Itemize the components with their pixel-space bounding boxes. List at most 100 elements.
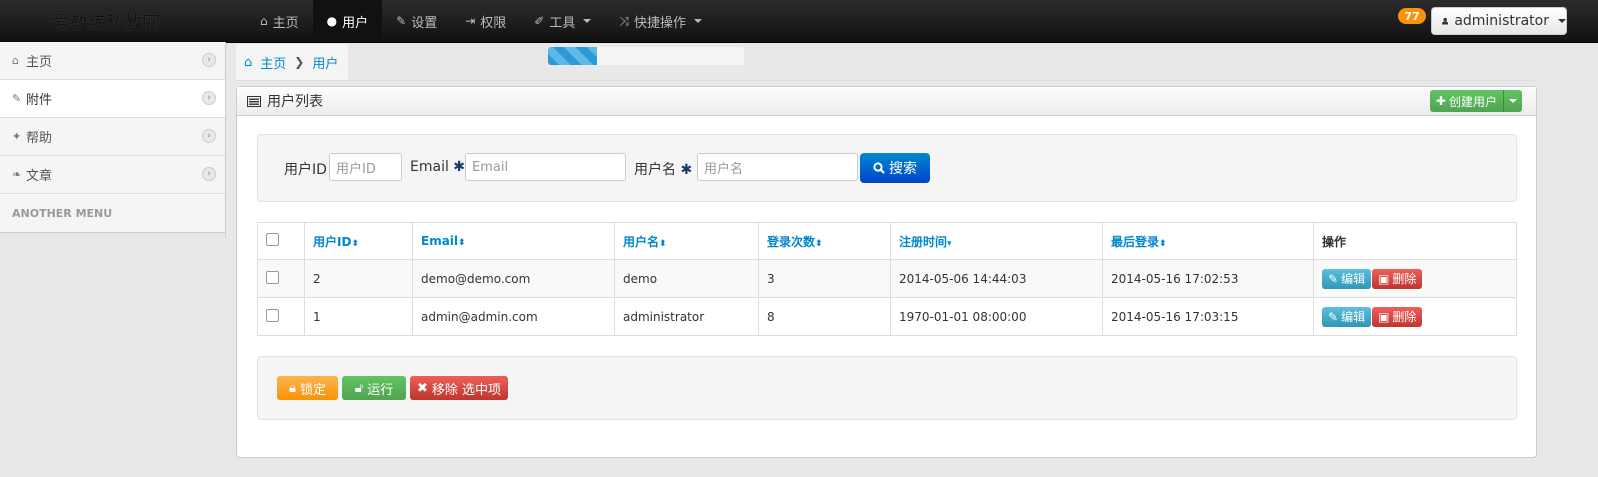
- search-form: 用户ID 用户ID Email ✱ Email 用户名 ✱ 用户名 搜索: [257, 134, 1517, 202]
- nav-item-permissions[interactable]: ⇥ 权限: [451, 0, 520, 42]
- cell-login-count: 8: [758, 297, 891, 336]
- user-menu-button[interactable]: administrator: [1431, 7, 1567, 35]
- plus-icon: ✚: [1435, 94, 1446, 108]
- sidebar-item-label: 文章: [26, 169, 53, 184]
- select-all-checkbox[interactable]: [266, 233, 279, 246]
- cell-actions: ✎ 编辑 ▣ 删除: [1313, 297, 1517, 336]
- sort-icon: ⬍: [659, 238, 667, 249]
- breadcrumb-trail: ⌂ 主页 ❯ 用户: [236, 44, 348, 80]
- top-navbar: 爱教练私教网 ⌂ 主页 ● 用户 ✎ 设置 ⇥ 权限 ✐ 工具 ⤨ 快捷操作 7…: [0, 0, 1598, 43]
- users-table: 用户ID⬍ Email⬍ 用户名⬍ 登录次数⬍ 注册时间▾ 最后登录⬍ 操作 2…: [257, 222, 1517, 336]
- create-user-dropdown-toggle[interactable]: [1504, 90, 1522, 112]
- table-header-row: 用户ID⬍ Email⬍ 用户名⬍ 登录次数⬍ 注册时间▾ 最后登录⬍ 操作: [257, 222, 1517, 260]
- remove-selected-button[interactable]: ✖ 移除 选中项: [410, 376, 508, 400]
- sidebar-item-label: 附件: [26, 93, 53, 108]
- wrench-icon: ✎: [396, 14, 407, 28]
- close-icon: ✖: [416, 380, 428, 396]
- user-list-panel: 用户列表 ✚ 创建用户 用户ID 用户ID Email ✱ Email 用户名 …: [236, 86, 1537, 458]
- sidebar-item-label: 主页: [26, 55, 53, 70]
- caret-down-icon: [694, 19, 702, 23]
- breadcrumb-home[interactable]: 主页: [260, 53, 286, 72]
- row-checkbox[interactable]: [266, 308, 279, 322]
- create-user-button-group: ✚ 创建用户: [1429, 90, 1522, 112]
- sort-icon: ⬍: [458, 238, 466, 248]
- username-label-text: 用户名: [634, 162, 676, 178]
- breadcrumb-current[interactable]: 用户: [312, 53, 338, 72]
- column-label: 登录次数: [767, 234, 816, 249]
- progress-bar: [548, 47, 744, 65]
- edit-icon: ✎: [1328, 309, 1339, 324]
- list-icon: [247, 95, 261, 107]
- sort-icon: ⬍: [351, 238, 359, 249]
- chevron-right-icon: ›: [202, 91, 216, 105]
- nav-item-settings[interactable]: ✎ 设置: [382, 0, 451, 42]
- column-username[interactable]: 用户名⬍: [614, 222, 759, 260]
- sort-desc-icon: ▾: [947, 238, 952, 249]
- sort-icon: ⬍: [1159, 238, 1167, 249]
- username-input[interactable]: 用户名: [697, 153, 858, 181]
- brand-logo[interactable]: 爱教练私教网: [52, 9, 160, 35]
- column-label: 注册时间: [899, 234, 948, 249]
- column-label: Email: [421, 234, 459, 248]
- cell-login-count: 3: [758, 259, 891, 298]
- column-label: 用户名: [623, 234, 660, 249]
- lock-label: 锁定: [299, 382, 326, 398]
- nav-item-tools[interactable]: ✐ 工具: [520, 0, 605, 42]
- lock-icon: 🔒︎: [289, 380, 296, 396]
- chevron-right-icon: ›: [202, 167, 216, 181]
- chevron-right-icon: ❯: [294, 55, 305, 69]
- search-button-label: 搜索: [889, 161, 917, 177]
- row-checkbox[interactable]: [266, 270, 279, 284]
- caret-down-icon: [1558, 19, 1566, 23]
- cell-registered: 2014-05-06 14:44:03: [890, 259, 1103, 298]
- remove-label: 移除 选中项: [431, 382, 502, 398]
- user-id-label: 用户ID: [284, 162, 327, 178]
- run-button[interactable]: 🔓︎ 运行: [342, 376, 406, 400]
- row-select-cell: [257, 297, 305, 336]
- panel-title: 用户列表: [267, 94, 323, 110]
- row-select-cell: [257, 259, 305, 298]
- table-row: 1 admin@admin.com administrator 8 1970-0…: [257, 297, 1517, 336]
- cell-registered: 1970-01-01 08:00:00: [890, 297, 1103, 336]
- notification-badge[interactable]: 77: [1398, 8, 1426, 24]
- table-row: 2 demo@demo.com demo 3 2014-05-06 14:44:…: [257, 259, 1517, 298]
- sidebar-item-articles[interactable]: ❧ 文章 ›: [0, 156, 226, 194]
- lock-icon: ⇥: [465, 14, 476, 28]
- run-label: 运行: [367, 382, 394, 398]
- select-all-cell: [257, 222, 305, 260]
- edit-button[interactable]: ✎ 编辑: [1322, 306, 1372, 327]
- search-button[interactable]: 搜索: [860, 153, 930, 183]
- caret-down-icon: [583, 19, 592, 23]
- sidebar-item-help[interactable]: ✦ 帮助 ›: [0, 118, 226, 156]
- nav-item-users[interactable]: ● 用户: [312, 0, 383, 42]
- column-login-count[interactable]: 登录次数⬍: [758, 222, 891, 260]
- column-registered[interactable]: 注册时间▾: [890, 222, 1103, 260]
- sidebar: ⌂ 主页 › ✎ 附件 › ✦ 帮助 › ❧ 文章 › ANOTHER MENU: [0, 42, 226, 233]
- delete-button[interactable]: ▣ 删除: [1372, 306, 1423, 327]
- edit-button[interactable]: ✎ 编辑: [1322, 268, 1372, 289]
- user-id-input[interactable]: 用户ID: [329, 153, 402, 181]
- column-email[interactable]: Email⬍: [412, 222, 615, 260]
- column-user-id[interactable]: 用户ID⬍: [304, 222, 413, 260]
- nav-item-quick-actions[interactable]: ⤨ 快捷操作: [605, 0, 716, 42]
- nav-item-label: 权限: [480, 15, 507, 31]
- email-input[interactable]: Email: [465, 153, 626, 181]
- caret-down-icon: [1509, 99, 1517, 103]
- column-last-login[interactable]: 最后登录⬍: [1102, 222, 1314, 260]
- edit-label: 编辑: [1341, 272, 1366, 286]
- home-icon: ⌂: [260, 14, 268, 28]
- sidebar-item-home[interactable]: ⌂ 主页 ›: [0, 42, 226, 80]
- chevron-right-icon: ›: [202, 53, 216, 67]
- cell-username: administrator: [614, 297, 759, 336]
- nav-item-home[interactable]: ⌂ 主页: [246, 0, 313, 42]
- sidebar-item-attachments[interactable]: ✎ 附件 ›: [0, 80, 226, 118]
- delete-button[interactable]: ▣ 删除: [1372, 268, 1423, 289]
- lock-button[interactable]: 🔒︎ 锁定: [277, 376, 338, 400]
- create-user-button[interactable]: ✚ 创建用户: [1429, 90, 1504, 112]
- shuffle-icon: ⤨: [619, 13, 629, 28]
- twitter-icon: ✦: [12, 130, 22, 143]
- create-user-label: 创建用户: [1448, 94, 1497, 109]
- progress-fill: [548, 47, 597, 65]
- trash-icon: ▣: [1378, 271, 1390, 286]
- main-nav: ⌂ 主页 ● 用户 ✎ 设置 ⇥ 权限 ✐ 工具 ⤨ 快捷操作: [246, 0, 716, 42]
